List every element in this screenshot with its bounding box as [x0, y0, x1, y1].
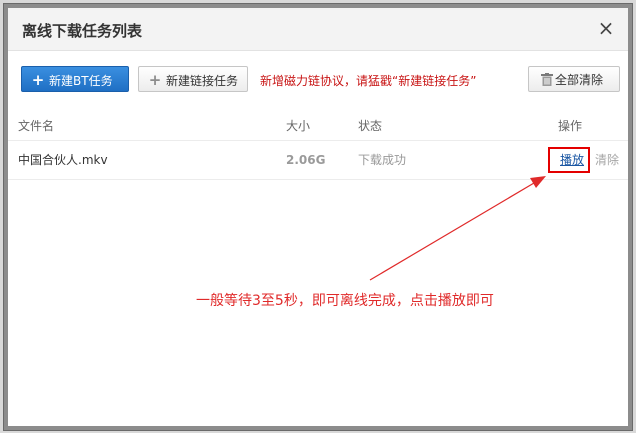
annotation-arrow	[369, 176, 546, 281]
offline-download-dialog: 离线下载任务列表 × + 新建BT任务 + 新建链接任务 新增磁力链协议，请猛戳“新…	[8, 8, 628, 426]
window-frame: 离线下载任务列表 × + 新建BT任务 + 新建链接任务 新增磁力链协议，请猛戳“新…	[3, 3, 633, 431]
annotation-text: 一般等待3至5秒，即可离线完成，点击播放即可	[196, 293, 494, 309]
